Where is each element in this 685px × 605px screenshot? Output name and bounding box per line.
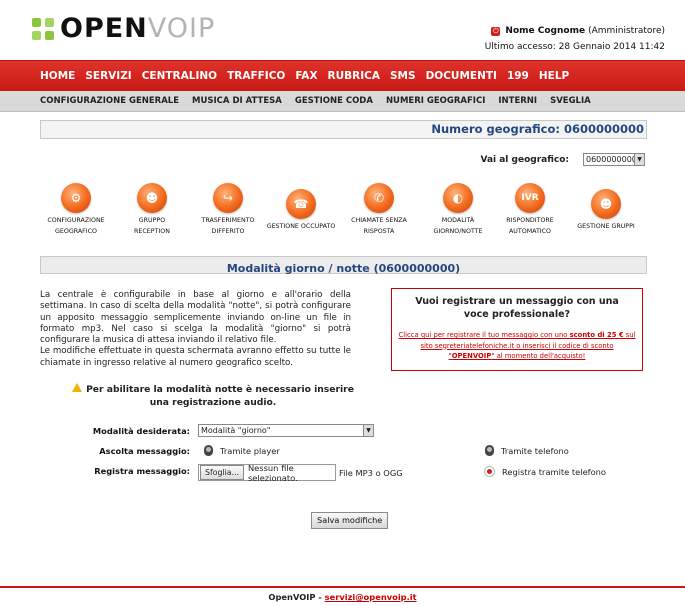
subnav-gestione-coda[interactable]: GESTIONE CODA bbox=[295, 96, 373, 106]
nav-home[interactable]: HOME bbox=[40, 70, 75, 82]
tool-gruppo-reception[interactable]: ☻ GRUPPO RECEPTION bbox=[109, 183, 195, 237]
goto-number: Vai al geografico: 0600000000 ▼ bbox=[480, 153, 645, 166]
last-access: Ultimo accesso: 28 Gennaio 2014 11:42 bbox=[484, 42, 665, 52]
goto-label: Vai al geografico: bbox=[480, 154, 569, 165]
subnav-interni[interactable]: INTERNI bbox=[498, 96, 537, 106]
section-title: Modalità giorno / notte (0600000000) bbox=[226, 262, 461, 275]
sub-nav: CONFIGURAZIONE GENERALE MUSICA DI ATTESA… bbox=[0, 91, 685, 112]
footer-email-link[interactable]: servizi@openvoip.it bbox=[325, 592, 417, 602]
nav-sms[interactable]: SMS bbox=[390, 70, 416, 82]
listen-label: Ascolta messaggio: bbox=[99, 446, 190, 456]
footer-divider bbox=[0, 586, 685, 588]
mode-select-value: Modalità "giorno" bbox=[201, 426, 271, 435]
user-info: ⏻ Nome Cognome (Amministratore) bbox=[491, 26, 665, 36]
nav-traffico[interactable]: TRAFFICO bbox=[227, 70, 285, 82]
number-title: Numero geografico: 0600000000 bbox=[431, 122, 644, 136]
description-text-2: Le modifiche effettuate in questa scherm… bbox=[40, 346, 351, 368]
configuration-icon: ⚙ bbox=[61, 183, 91, 213]
promo-box: Vuoi registrare un messaggio con una voc… bbox=[391, 288, 643, 371]
tool-gestione-occupato[interactable]: ☎ GESTIONE OCCUPATO bbox=[258, 189, 344, 232]
record-phone-label: Registra tramite telefono bbox=[502, 466, 607, 477]
nav-help[interactable]: HELP bbox=[539, 70, 569, 82]
footer: OpenVOIP - servizi@openvoip.it bbox=[0, 592, 685, 602]
speaker-icon bbox=[485, 445, 494, 456]
file-input[interactable]: Sfoglia... Nessun file selezionato. bbox=[198, 462, 336, 483]
nav-documenti[interactable]: DOCUMENTI bbox=[426, 70, 497, 82]
section-title-bar: Modalità giorno / notte (0600000000) bbox=[40, 256, 647, 275]
promo-title: Vuoi registrare un messaggio con una voc… bbox=[415, 296, 619, 320]
listen-player-option[interactable]: Tramite player bbox=[204, 445, 280, 456]
record-phone-option[interactable]: Registra tramite telefono bbox=[484, 466, 606, 477]
logo-text-open: OPEN bbox=[60, 13, 148, 44]
promo-link[interactable]: Clicca qui per registrare il tuo messagg… bbox=[392, 330, 642, 362]
tool-configurazione-geografico[interactable]: ⚙ CONFIGURAZIONE GEOGRAFICO bbox=[33, 183, 119, 237]
nav-rubrica[interactable]: RUBRICA bbox=[328, 70, 380, 82]
tool-chiamate-senza-risposta[interactable]: ✆ CHIAMATE SENZA RISPOSTA bbox=[336, 183, 422, 237]
day-night-mode-icon: ◐ bbox=[443, 183, 473, 213]
record-label: Registra messaggio: bbox=[94, 466, 190, 476]
goto-number-value: 0600000000 bbox=[586, 155, 637, 164]
nav-centralino[interactable]: CENTRALINO bbox=[142, 70, 217, 82]
deferred-transfer-icon: ↪ bbox=[213, 183, 243, 213]
user-role: (Amministratore) bbox=[588, 26, 665, 36]
groups-icon: ☻ bbox=[591, 189, 621, 219]
footer-brand: OpenVOIP - bbox=[268, 592, 325, 602]
main-nav: HOME SERVIZI CENTRALINO TRAFFICO FAX RUB… bbox=[0, 60, 685, 92]
openvoip-logo[interactable]: OPENVOIP bbox=[32, 13, 216, 44]
listen-phone-label: Tramite telefono bbox=[501, 445, 569, 456]
speaker-icon bbox=[204, 445, 213, 456]
mode-select[interactable]: Modalità "giorno" ▼ bbox=[198, 424, 374, 437]
description: La centrale è configurabile in base al g… bbox=[40, 290, 351, 369]
listen-phone-option[interactable]: Tramite telefono bbox=[485, 445, 569, 456]
no-file-text: Nessun file selezionato. bbox=[247, 462, 298, 483]
listen-player-label: Tramite player bbox=[220, 445, 280, 456]
ivr-icon: IVR bbox=[515, 183, 545, 213]
chevron-down-icon: ▼ bbox=[634, 154, 644, 165]
chevron-down-icon: ▼ bbox=[363, 425, 373, 436]
subnav-musica-di-attesa[interactable]: MUSICA DI ATTESA bbox=[192, 96, 282, 106]
subnav-numeri-geografici[interactable]: NUMERI GEOGRAFICI bbox=[386, 96, 485, 106]
logo-text-voip: VOIP bbox=[147, 13, 216, 44]
user-name: Nome Cognome bbox=[505, 26, 586, 36]
nav-199[interactable]: 199 bbox=[507, 70, 529, 82]
tool-risponditore-automatico[interactable]: IVR RISPONDITORE AUTOMATICO bbox=[487, 183, 573, 237]
nav-fax[interactable]: FAX bbox=[295, 70, 317, 82]
number-title-bar: Numero geografico: 0600000000 bbox=[40, 120, 647, 139]
group-reception-icon: ☻ bbox=[137, 183, 167, 213]
logo-mark-icon bbox=[32, 18, 54, 40]
description-text: La centrale è configurabile in base al g… bbox=[40, 290, 351, 346]
mode-label: Modalità desiderata: bbox=[92, 426, 190, 436]
save-button[interactable]: Salva modifiche bbox=[311, 512, 389, 529]
warning-text: Per abilitare la modalità notte è necess… bbox=[86, 384, 354, 408]
busy-phone-icon: ☎ bbox=[286, 189, 316, 219]
goto-number-select[interactable]: 0600000000 ▼ bbox=[583, 153, 645, 166]
file-format-hint: File MP3 o OGG bbox=[339, 468, 403, 478]
warning-icon bbox=[72, 383, 83, 392]
nav-servizi[interactable]: SERVIZI bbox=[85, 70, 131, 82]
tool-gestione-gruppi[interactable]: ☻ GESTIONE GRUPPI bbox=[563, 189, 649, 232]
warning-message: Per abilitare la modalità notte è necess… bbox=[68, 383, 358, 409]
browse-button[interactable]: Sfoglia... bbox=[200, 465, 244, 480]
unanswered-calls-icon: ✆ bbox=[364, 183, 394, 213]
subnav-sveglia[interactable]: SVEGLIA bbox=[550, 96, 591, 106]
record-icon bbox=[484, 466, 495, 477]
logout-icon[interactable]: ⏻ bbox=[491, 26, 501, 36]
subnav-configurazione-generale[interactable]: CONFIGURAZIONE GENERALE bbox=[40, 96, 179, 106]
